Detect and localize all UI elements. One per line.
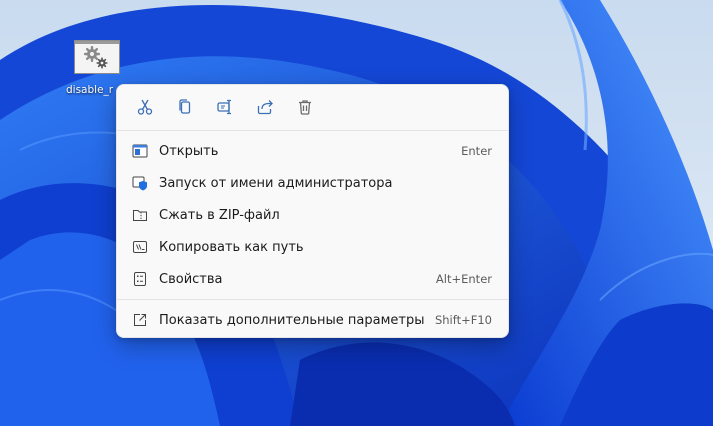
share-icon xyxy=(257,100,273,115)
menu-item-label: Запуск от имени администратора xyxy=(159,175,393,191)
cut-icon xyxy=(137,99,153,115)
gear-icon xyxy=(72,40,118,78)
menu-item-label: Открыть xyxy=(159,143,219,159)
menu-item-shortcut: Enter xyxy=(461,144,492,158)
menu-item-label: Сжать в ZIP-файл xyxy=(159,207,280,223)
menu-item-open[interactable]: Открыть Enter xyxy=(121,136,504,166)
admin-shield-icon xyxy=(131,174,149,192)
menu-item-label: Показать дополнительные параметры xyxy=(159,312,425,328)
properties-icon xyxy=(131,270,149,288)
separator xyxy=(117,299,508,300)
delete-icon xyxy=(299,100,311,115)
menu-item-shortcut: Shift+F10 xyxy=(434,313,492,327)
menu-item-copy-as-path[interactable]: Копировать как путь xyxy=(121,232,504,262)
rename-button[interactable] xyxy=(205,91,245,123)
context-menu: Открыть Enter Запуск от имени администра… xyxy=(116,84,509,338)
copy-button[interactable] xyxy=(165,91,205,123)
menu-item-show-more-options[interactable]: Показать дополнительные параметры Shift+… xyxy=(121,305,504,335)
menu-item-properties[interactable]: Свойства Alt+Enter xyxy=(121,264,504,294)
menu-item-label: Свойства xyxy=(159,271,223,287)
separator xyxy=(117,130,508,131)
menu-item-label: Копировать как путь xyxy=(159,239,304,255)
menu-item-compress-zip[interactable]: Сжать в ZIP-файл xyxy=(121,200,504,230)
menu-item-shortcut: Alt+Enter xyxy=(435,272,492,286)
delete-button[interactable] xyxy=(285,91,325,123)
open-icon xyxy=(131,142,149,160)
copy-path-icon xyxy=(131,238,149,256)
cut-button[interactable] xyxy=(125,91,165,123)
zip-folder-icon xyxy=(131,206,149,224)
more-options-icon xyxy=(131,311,149,329)
quick-actions-bar xyxy=(125,91,325,123)
copy-icon xyxy=(179,99,191,114)
share-button[interactable] xyxy=(245,91,285,123)
menu-item-run-as-admin[interactable]: Запуск от имени администратора xyxy=(121,168,504,198)
rename-icon xyxy=(217,99,231,115)
